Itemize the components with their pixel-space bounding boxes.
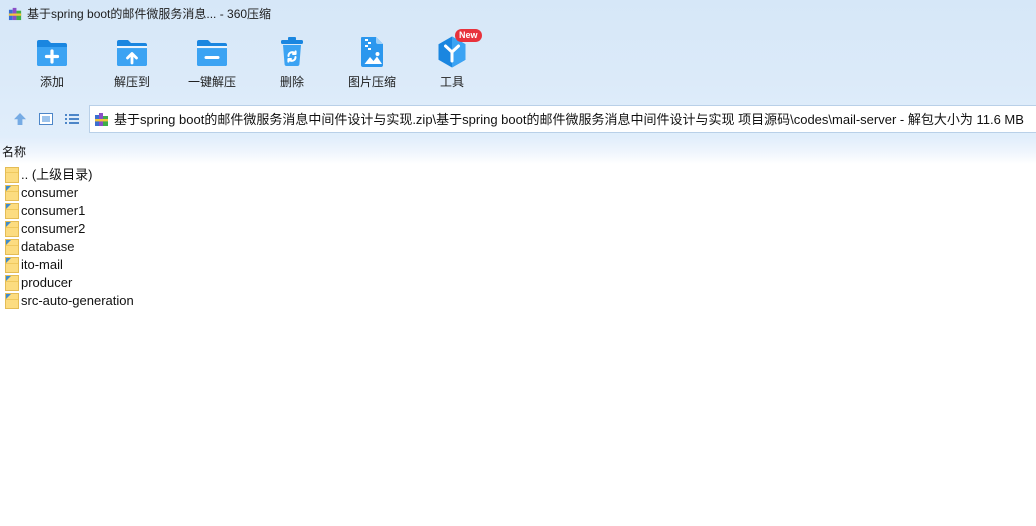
thumbnail-view-icon[interactable] (38, 111, 54, 127)
list-item-name: producer (21, 275, 73, 290)
tools-button-label: 工具 (439, 75, 464, 89)
navigation-bar: 基于spring boot的邮件微服务消息中间件设计与实现.zip\基于spri… (0, 104, 1036, 134)
list-item[interactable]: src-auto-generation (0, 292, 400, 310)
new-badge: New (455, 29, 482, 42)
folder-icon (5, 203, 19, 219)
one-click-extract-icon (197, 40, 227, 66)
app-window: 基于spring boot的邮件微服务消息... - 360压缩 添加 解压到 (0, 0, 1036, 526)
list-item-name: .. (上级目录) (21, 167, 93, 182)
add-button[interactable]: 添加 (12, 30, 92, 96)
arrow-up-icon[interactable] (12, 111, 28, 127)
add-button-label: 添加 (39, 75, 64, 89)
list-item-name: consumer1 (21, 203, 86, 218)
list-item-parent-directory[interactable]: .. (上级目录) (0, 166, 400, 184)
delete-button[interactable]: 删除 (252, 30, 332, 96)
image-compress-icon (361, 37, 383, 67)
folder-icon (5, 293, 19, 309)
list-item[interactable]: ito-mail (0, 256, 400, 274)
extract-to-button[interactable]: 解压到 (92, 30, 172, 96)
archive-icon (95, 113, 108, 126)
list-item[interactable]: consumer (0, 184, 400, 202)
one-click-extract-button-label: 一键解压 (187, 75, 236, 89)
title-bar[interactable]: 基于spring boot的邮件微服务消息... - 360压缩 (0, 0, 1036, 28)
extract-to-button-label: 解压到 (113, 75, 150, 89)
image-compress-button-label: 图片压缩 (347, 75, 396, 89)
toolbar: 添加 解压到 一键解压 删除 图片压缩 New 工具 (12, 29, 492, 96)
list-item[interactable]: database (0, 238, 400, 256)
window-title: 基于spring boot的邮件微服务消息... - 360压缩 (27, 7, 272, 21)
image-compress-button[interactable]: 图片压缩 (332, 30, 412, 96)
tools-button[interactable]: New 工具 (412, 29, 492, 96)
list-item[interactable]: producer (0, 274, 400, 292)
list-item[interactable]: consumer1 (0, 202, 400, 220)
address-path: 基于spring boot的邮件微服务消息中间件设计与实现.zip\基于spri… (114, 112, 1024, 127)
file-list[interactable]: .. (上级目录) consumer consumer1 consumer2 d… (0, 166, 1036, 526)
add-icon (37, 40, 67, 66)
delete-button-label: 删除 (279, 75, 304, 89)
address-bar[interactable]: 基于spring boot的邮件微服务消息中间件设计与实现.zip\基于spri… (89, 105, 1036, 133)
list-item-name: consumer (21, 185, 79, 200)
folder-icon (5, 239, 19, 255)
folder-icon (5, 275, 19, 291)
folder-icon (5, 185, 19, 201)
folder-icon (5, 221, 19, 237)
app-logo-icon (8, 7, 22, 21)
extract-to-icon (117, 40, 147, 66)
list-item-name: src-auto-generation (21, 293, 134, 308)
list-view-icon[interactable] (64, 111, 80, 127)
list-item-name: ito-mail (21, 257, 63, 272)
one-click-extract-button[interactable]: 一键解压 (172, 30, 252, 96)
column-header: 名称 (0, 138, 1036, 164)
folder-icon (5, 257, 19, 273)
list-item-name: consumer2 (21, 221, 86, 236)
column-header-name[interactable]: 名称 (2, 144, 26, 160)
list-item-name: database (21, 239, 75, 254)
delete-icon (281, 37, 303, 67)
folder-up-icon (5, 167, 19, 183)
list-item[interactable]: consumer2 (0, 220, 400, 238)
